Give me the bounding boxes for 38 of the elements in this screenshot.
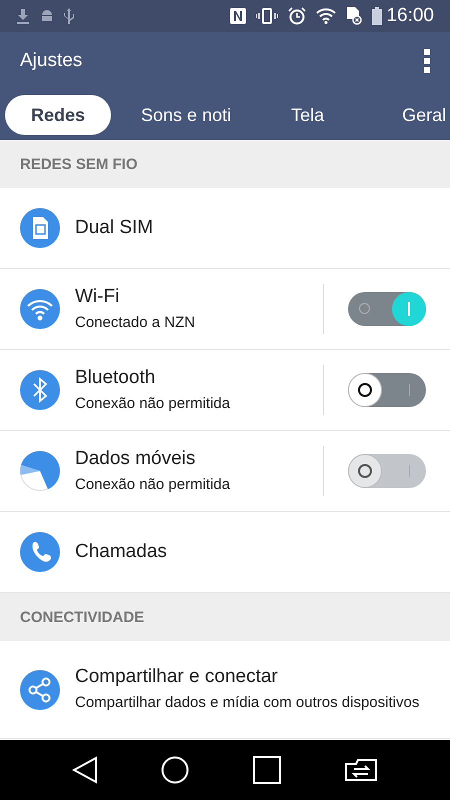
- nfc-icon: [230, 8, 246, 24]
- download-icon: [16, 8, 30, 24]
- setting-title[interactable]: Bluetooth: [75, 366, 313, 388]
- tab[interactable]: Tela: [273, 95, 342, 135]
- usb-icon: [64, 8, 74, 24]
- toggle-switch[interactable]: [348, 373, 426, 407]
- switch-apps-icon[interactable]: [344, 756, 378, 784]
- sim-card-icon: [20, 208, 60, 248]
- section-header: CONECTIVIDADE: [0, 593, 450, 641]
- wifi-icon: [20, 289, 60, 329]
- vibrate-icon: [256, 8, 278, 24]
- setting-summary: Conexão não permitida: [75, 394, 232, 414]
- alarm-icon: [288, 7, 306, 25]
- setting-title[interactable]: Compartilhar e conectar: [75, 666, 426, 688]
- phone-icon: [20, 532, 60, 572]
- screen-title: Ajustes: [20, 50, 82, 72]
- share-icon: [20, 670, 60, 710]
- more-options-icon[interactable]: [424, 49, 430, 73]
- bluetooth-icon: [20, 370, 60, 410]
- battery-icon: [372, 7, 382, 25]
- setting-summary: Conectado a NZN: [75, 312, 196, 332]
- setting-summary: Compartilhar dados e mídia com outros dispositivos: [75, 693, 420, 713]
- section-header: REDES SEM FIO: [0, 140, 450, 188]
- sim-card-icon: [346, 7, 362, 25]
- wifi-signal-icon: [316, 8, 336, 24]
- toggle-switch[interactable]: [348, 292, 426, 326]
- setting-title[interactable]: Chamadas: [75, 541, 426, 563]
- status-time: 16:00: [386, 5, 434, 27]
- tab[interactable]: Sons e noti: [123, 95, 250, 135]
- setting-title[interactable]: Wi-Fi: [75, 286, 313, 308]
- back-icon[interactable]: [72, 756, 98, 784]
- setting-summary: Conexão não permitida: [75, 474, 232, 494]
- pie-chart-icon: [20, 451, 60, 491]
- tab[interactable]: Geral: [384, 95, 450, 135]
- recents-icon[interactable]: [252, 756, 281, 784]
- setting-title[interactable]: Dual SIM: [75, 217, 426, 239]
- home-icon[interactable]: [161, 756, 190, 784]
- tab[interactable]: Redes: [5, 95, 112, 135]
